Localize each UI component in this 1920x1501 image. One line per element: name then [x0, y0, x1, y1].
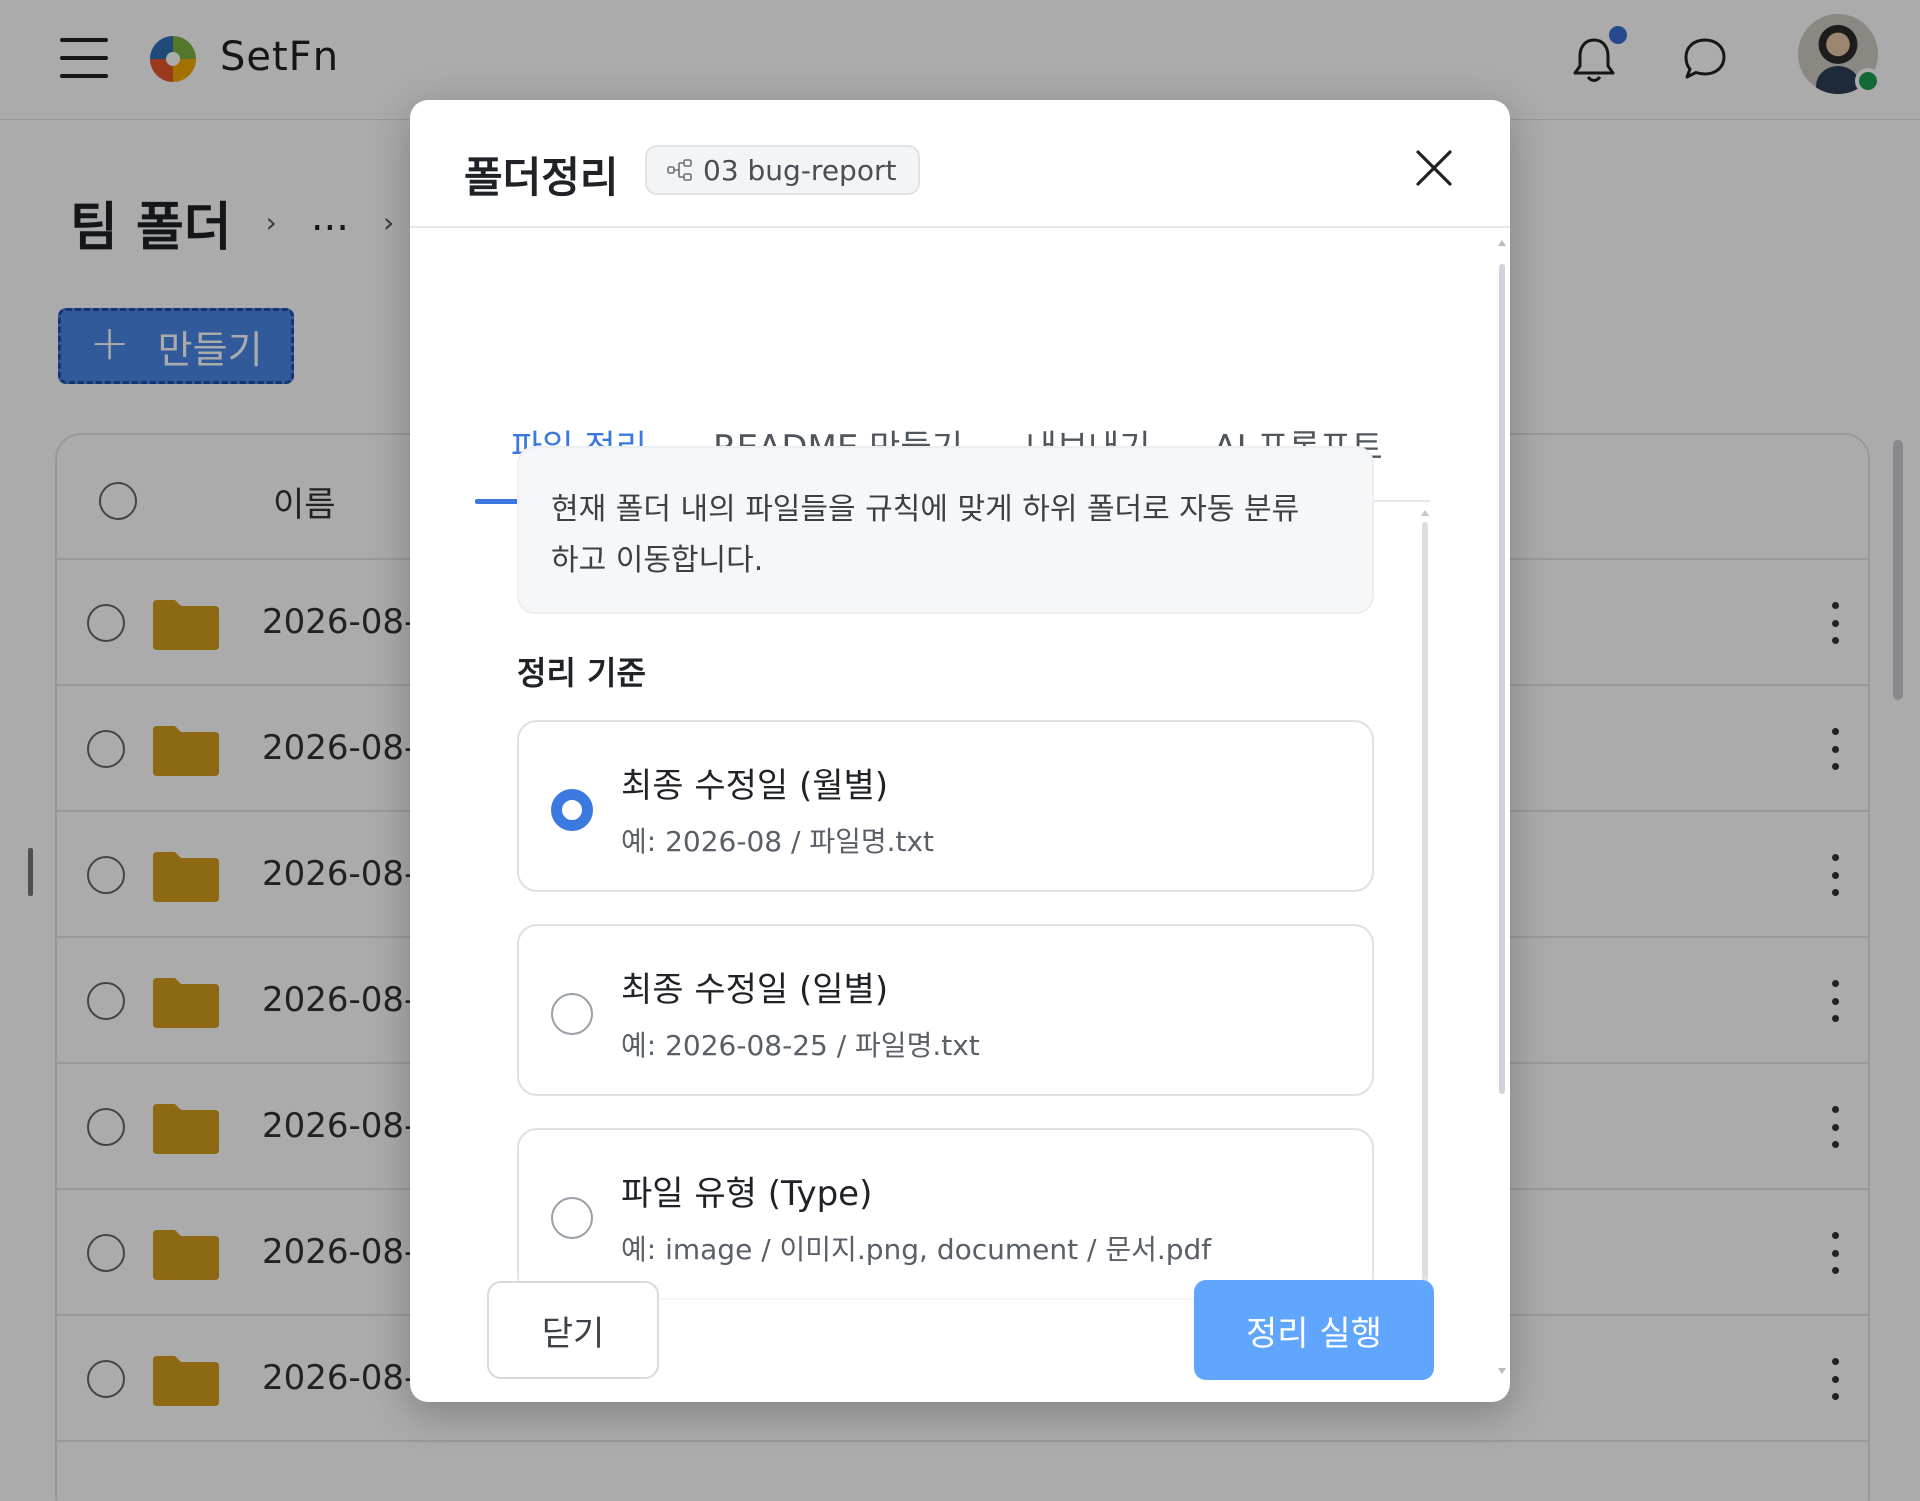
- modal-title: 폴더정리: [464, 153, 619, 202]
- content-scroll-thumb[interactable]: [1422, 522, 1428, 1368]
- info-line-1: 현재 폴더 내의 파일들을 규칙에 맞게 하위 폴더로 자동 분류: [551, 492, 1300, 527]
- option-title: 최종 수정일 (일별): [621, 970, 889, 1010]
- option-title: 최종 수정일 (월별): [621, 766, 889, 806]
- option-title: 파일 유형 (Type): [621, 1174, 873, 1214]
- radio-monthly[interactable]: [551, 789, 593, 831]
- radio-file-type[interactable]: [551, 1197, 593, 1239]
- option-example: 예: image / 이미지.png, document / 문서.pdf: [621, 1233, 1212, 1266]
- folder-chip-label: 03 bug-report: [703, 153, 897, 187]
- content-scrollbar[interactable]: [1420, 508, 1430, 1378]
- folder-chip: 03 bug-report: [645, 145, 921, 195]
- folder-tree-icon: [667, 159, 692, 181]
- close-button[interactable]: 닫기: [487, 1281, 659, 1379]
- close-icon[interactable]: [1410, 144, 1458, 192]
- scroll-up-arrow: [1421, 510, 1429, 516]
- modal-scroll-thumb[interactable]: [1499, 264, 1505, 1094]
- scroll-up-arrow: [1498, 240, 1506, 246]
- info-line-2: 하고 이동합니다.: [551, 543, 764, 578]
- radio-daily[interactable]: [551, 993, 593, 1035]
- modal-scrollbar[interactable]: [1496, 240, 1508, 1380]
- option-example: 예: 2026-08-25 / 파일명.txt: [621, 1029, 980, 1062]
- option-daily[interactable]: 최종 수정일 (일별) 예: 2026-08-25 / 파일명.txt: [517, 924, 1374, 1096]
- info-description: 현재 폴더 내의 파일들을 규칙에 맞게 하위 폴더로 자동 분류 하고 이동합…: [517, 446, 1374, 614]
- option-monthly[interactable]: 최종 수정일 (월별) 예: 2026-08 / 파일명.txt: [517, 720, 1374, 892]
- modal-header: 폴더정리 03 bug-report: [410, 100, 1510, 228]
- criteria-label: 정리 기준: [517, 654, 646, 692]
- run-organize-button[interactable]: 정리 실행: [1194, 1280, 1434, 1380]
- organize-folder-modal: 폴더정리 03 bug-report 파일 정리 README 만들기 내보내기…: [410, 100, 1510, 1402]
- scroll-down-arrow: [1498, 1368, 1506, 1374]
- option-example: 예: 2026-08 / 파일명.txt: [621, 825, 935, 858]
